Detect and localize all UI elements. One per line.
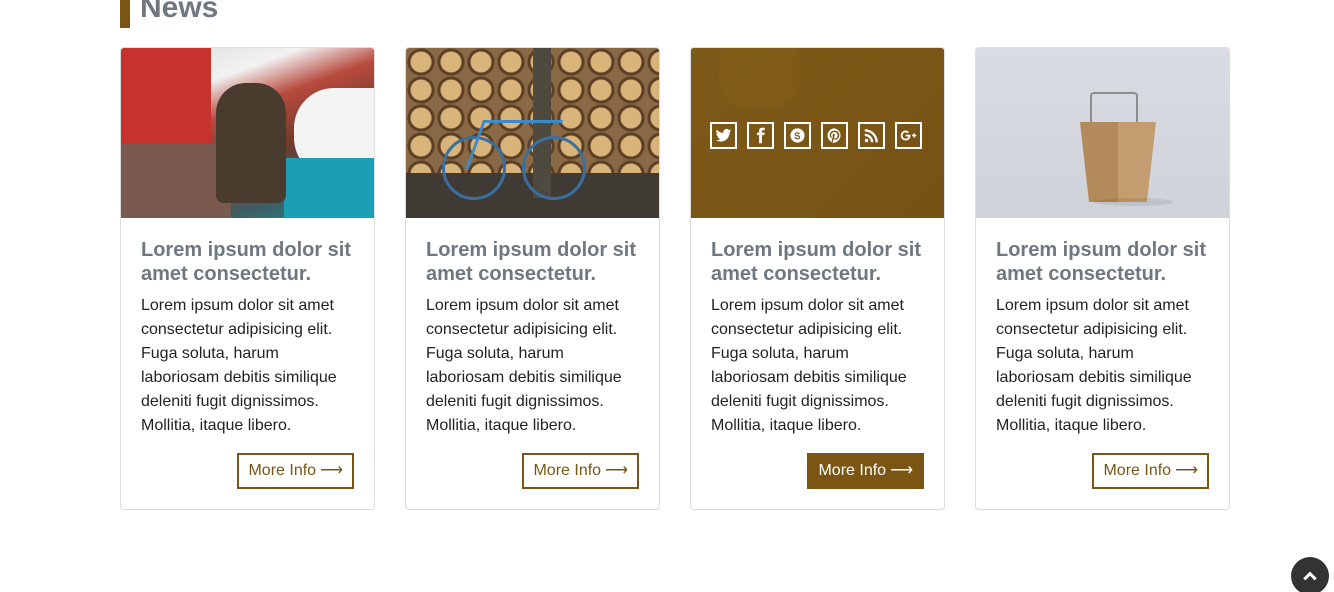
- more-info-button[interactable]: More Info ⟶: [522, 453, 639, 489]
- card-text: Lorem ipsum dolor sit amet consectetur a…: [141, 297, 337, 434]
- arrow-right-icon: ⟶: [1175, 462, 1198, 479]
- chevron-up-icon: [1303, 571, 1317, 581]
- section-header: News: [120, 0, 218, 28]
- card-title: Lorem ipsum dolor sit amet consectetur.: [711, 239, 922, 285]
- card-image-bicycle: [406, 48, 659, 218]
- news-card: Lorem ipsum dolor sit amet consectetur. …: [975, 47, 1230, 510]
- section-title: News: [140, 0, 219, 24]
- arrow-right-icon: ⟶: [320, 462, 343, 479]
- skype-icon[interactable]: [784, 122, 811, 149]
- pinterest-icon[interactable]: [821, 122, 848, 149]
- twitter-icon[interactable]: [710, 122, 737, 149]
- more-info-button[interactable]: More Info ⟶: [807, 453, 924, 489]
- card-text: Lorem ipsum dolor sit amet consectetur a…: [996, 297, 1192, 434]
- arrow-right-icon: ⟶: [605, 462, 628, 479]
- button-label: More Info: [818, 462, 887, 479]
- news-card: Lorem ipsum dolor sit amet consectetur. …: [405, 47, 660, 510]
- card-image-chainsaw: [691, 48, 944, 218]
- card-title: Lorem ipsum dolor sit amet consectetur.: [426, 239, 637, 285]
- button-label: More Info: [533, 462, 602, 479]
- facebook-icon[interactable]: [747, 122, 774, 149]
- more-info-button[interactable]: More Info ⟶: [1092, 453, 1209, 489]
- card-title: Lorem ipsum dolor sit amet consectetur.: [996, 239, 1207, 285]
- social-links: [710, 122, 922, 149]
- news-card: Lorem ipsum dolor sit amet consectetur. …: [690, 47, 945, 510]
- google-plus-icon[interactable]: [895, 122, 922, 149]
- card-image-takeout-box: [976, 48, 1229, 218]
- scroll-to-top-button[interactable]: [1291, 557, 1329, 592]
- arrow-right-icon: ⟶: [890, 462, 913, 479]
- card-image-woodcutter: [121, 48, 374, 218]
- card-text: Lorem ipsum dolor sit amet consectetur a…: [711, 297, 907, 434]
- rss-icon[interactable]: [858, 122, 885, 149]
- more-info-button[interactable]: More Info ⟶: [237, 453, 354, 489]
- card-title: Lorem ipsum dolor sit amet consectetur.: [141, 239, 352, 285]
- button-label: More Info: [248, 462, 317, 479]
- news-card: Lorem ipsum dolor sit amet consectetur. …: [120, 47, 375, 510]
- button-label: More Info: [1103, 462, 1172, 479]
- card-text: Lorem ipsum dolor sit amet consectetur a…: [426, 297, 622, 434]
- news-cards: Lorem ipsum dolor sit amet consectetur. …: [120, 47, 1230, 510]
- section-accent-bar: [120, 0, 130, 28]
